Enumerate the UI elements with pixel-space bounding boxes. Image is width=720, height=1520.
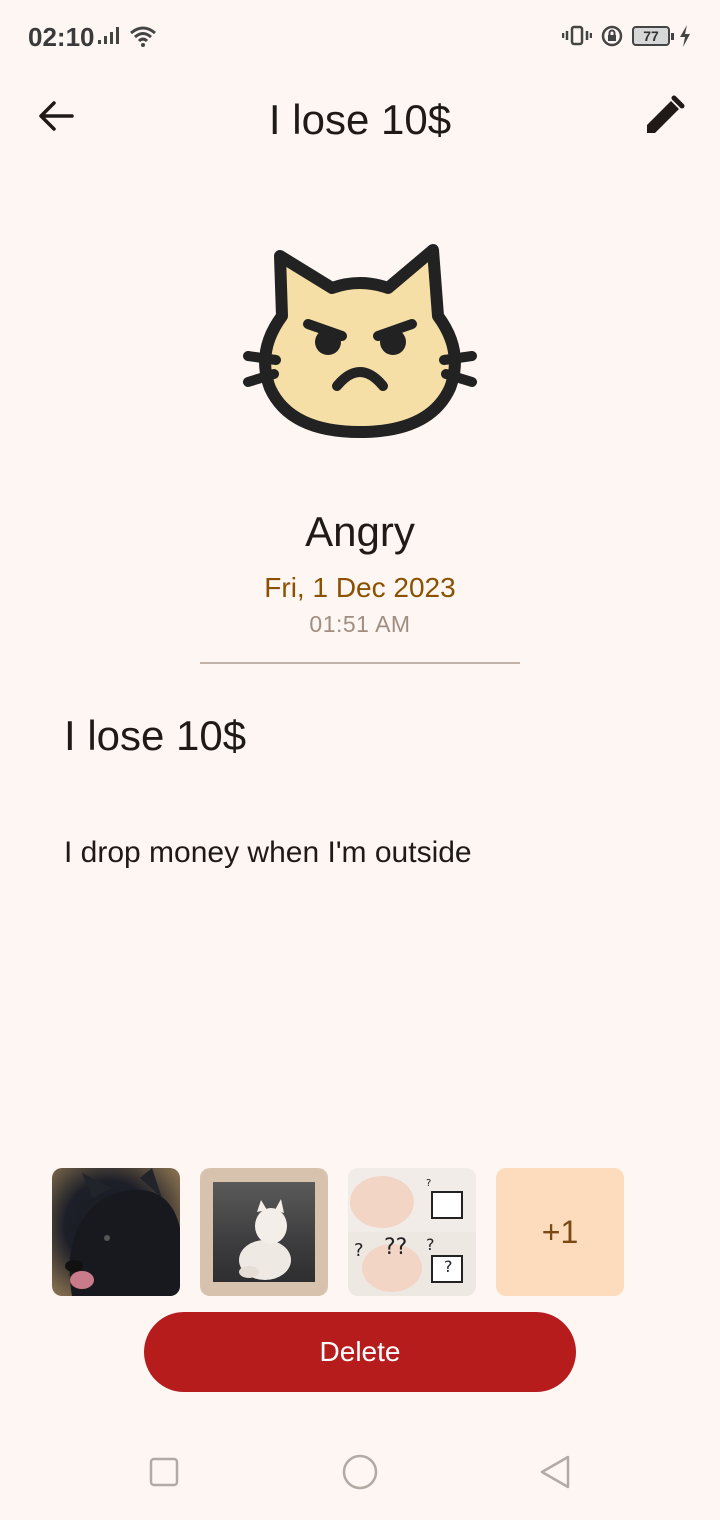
recents-square-icon bbox=[149, 1457, 179, 1487]
home-button[interactable] bbox=[340, 1452, 380, 1492]
cat-photo bbox=[213, 1182, 315, 1282]
attachment-cat-meme-photo[interactable]: ? ?? ? ? ? bbox=[348, 1168, 476, 1296]
svg-text:??: ?? bbox=[384, 1235, 407, 1260]
page-title: I lose 10$ bbox=[268, 96, 452, 143]
attachment-cat-photo[interactable] bbox=[200, 1168, 328, 1296]
more-attachments-label: +1 bbox=[541, 1213, 579, 1250]
status-bar: 02:10 77 bbox=[0, 0, 720, 76]
delete-button-label: Delete bbox=[319, 1336, 401, 1367]
angry-cat-face-icon bbox=[243, 244, 477, 438]
charging-icon bbox=[680, 25, 690, 47]
more-attachments-button[interactable]: +1 bbox=[496, 1168, 624, 1296]
system-back-button[interactable] bbox=[536, 1452, 576, 1492]
battery-level: 77 bbox=[643, 28, 659, 44]
recents-button[interactable] bbox=[144, 1452, 184, 1492]
battery-icon: 77 bbox=[632, 26, 674, 46]
svg-text:?: ? bbox=[444, 1257, 453, 1276]
mood-label: Angry bbox=[305, 508, 415, 555]
top-app-bar: I lose 10$ bbox=[0, 76, 720, 166]
delete-button[interactable]: Delete bbox=[144, 1312, 576, 1392]
system-nav-bar bbox=[0, 1430, 720, 1520]
cat-meme-photo: ? ?? ? ? ? bbox=[348, 1168, 476, 1296]
signal-icon bbox=[98, 27, 119, 44]
entry-title: I lose 10$ bbox=[64, 712, 247, 759]
entry-time: 01:51 AM bbox=[309, 611, 411, 637]
svg-text:?: ? bbox=[354, 1240, 364, 1261]
entry-date: Fri, 1 Dec 2023 bbox=[264, 572, 456, 603]
home-circle-icon bbox=[342, 1454, 378, 1490]
back-triangle-icon bbox=[540, 1455, 570, 1489]
status-time: 02:10 bbox=[28, 22, 95, 52]
attachments-row: ? ?? ? ? ? +1 bbox=[52, 1168, 624, 1296]
attachment-dog-photo[interactable] bbox=[52, 1168, 180, 1296]
edit-button[interactable] bbox=[642, 94, 686, 138]
pencil-icon bbox=[647, 95, 685, 133]
entry-body: I drop money when I'm outside bbox=[64, 836, 472, 869]
svg-text:?: ? bbox=[426, 1178, 431, 1189]
divider bbox=[200, 662, 520, 664]
wifi-icon bbox=[130, 26, 156, 47]
rotation-lock-icon bbox=[601, 25, 623, 47]
vibrate-icon bbox=[562, 25, 592, 46]
dog-photo bbox=[65, 1168, 180, 1296]
svg-text:?: ? bbox=[426, 1235, 435, 1254]
